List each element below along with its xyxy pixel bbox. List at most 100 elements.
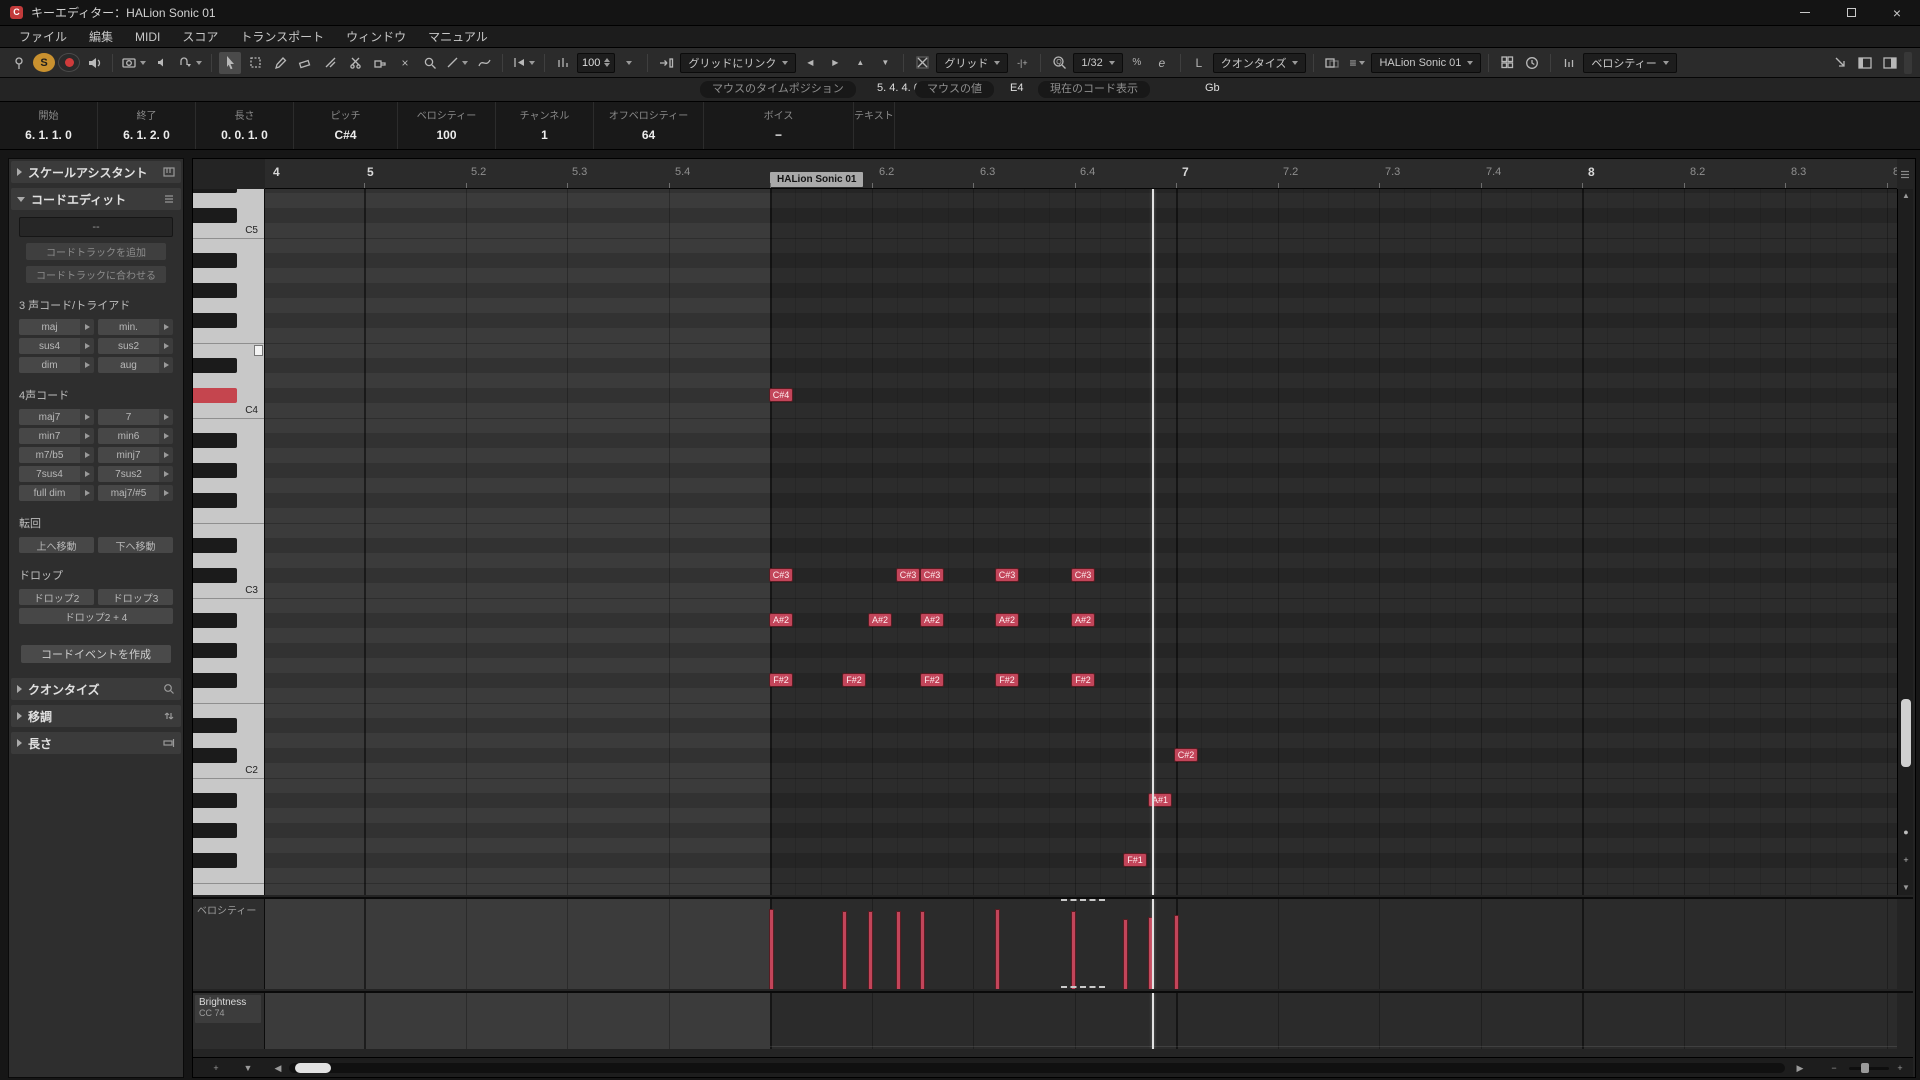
piano-key-white[interactable]	[193, 328, 265, 343]
velocity-bar[interactable]	[1071, 911, 1076, 989]
section-length[interactable]: 長さ	[11, 732, 181, 754]
playhead[interactable]	[1152, 189, 1154, 895]
midi-note-A#2[interactable]: A#2	[1071, 613, 1095, 627]
menu-item[interactable]: 編集	[78, 25, 124, 48]
piano-key-black[interactable]	[193, 853, 237, 868]
midi-note-C#4[interactable]: C#4	[769, 388, 793, 402]
piano-key-white[interactable]	[193, 193, 265, 208]
note-grid[interactable]: C#4C#3C#3C#3C#3C#3A#2A#2A#2A#2A#2F#2F#2F…	[265, 189, 1897, 895]
zoom-tool[interactable]	[419, 52, 441, 74]
menu-item[interactable]: マニュアル	[417, 25, 499, 48]
piano-key-black[interactable]	[193, 283, 237, 298]
chord-apply-arrow-icon[interactable]	[80, 357, 94, 373]
scroll-right-arrow[interactable]: ▶	[1791, 1058, 1809, 1078]
velocity-bar[interactable]	[995, 909, 1000, 989]
piano-key-white[interactable]	[193, 298, 265, 313]
piano-key-white[interactable]	[193, 703, 265, 718]
piano-key-white[interactable]	[193, 883, 265, 895]
info-field-value[interactable]: C#4	[334, 128, 356, 142]
piano-keyboard[interactable]: C5C4C3C2	[193, 189, 265, 895]
window-edge-button[interactable]	[1904, 52, 1912, 74]
snapshot-icon[interactable]	[120, 52, 148, 74]
piano-key-white[interactable]	[193, 373, 265, 388]
chord-type-button[interactable]: maj7	[19, 409, 94, 425]
zoom-in-button[interactable]: +	[1898, 853, 1914, 867]
midi-note-F#2[interactable]: F#2	[995, 673, 1019, 687]
chord-type-button[interactable]: maj7/#5	[98, 485, 173, 501]
draw-tool[interactable]	[269, 52, 291, 74]
chord-type-button[interactable]: 7	[98, 409, 173, 425]
trim-tool[interactable]	[319, 52, 341, 74]
piano-key-black[interactable]	[193, 358, 237, 373]
scroll-left-arrow[interactable]: ◀	[269, 1058, 287, 1078]
piano-key-white[interactable]	[193, 808, 265, 823]
drop-2-4-button[interactable]: ドロップ2 + 4	[19, 608, 173, 624]
menu-item[interactable]: スコア	[171, 25, 229, 48]
move-down-button[interactable]: ▼	[874, 52, 896, 74]
chord-apply-arrow-icon[interactable]	[80, 466, 94, 482]
event-colors-dropdown[interactable]: ベロシティー	[1583, 53, 1676, 73]
piano-key-highlighted[interactable]	[193, 388, 237, 403]
zoom-focus-dot[interactable]: ●	[1898, 825, 1914, 839]
info-field[interactable]: 終了 6. 1. 2. 0	[98, 102, 196, 149]
quantize-panel-button[interactable]: e	[1151, 52, 1173, 74]
multi-part-icon[interactable]: ≡	[1346, 52, 1368, 74]
info-field[interactable]: オフベロシティー 64	[594, 102, 704, 149]
piano-key-black[interactable]	[193, 208, 237, 223]
split-scissors-tool[interactable]	[344, 52, 366, 74]
controller-lane-header[interactable]: Brightness CC 74	[193, 993, 265, 1049]
scroll-up-arrow[interactable]: ▲	[1898, 189, 1914, 203]
event-colors-icon[interactable]	[1558, 52, 1580, 74]
create-chord-event-button[interactable]: コードイベントを作成	[21, 645, 171, 663]
close-button[interactable]: ×	[1874, 0, 1920, 25]
ruler-options-button[interactable]	[1897, 159, 1913, 189]
chord-apply-arrow-icon[interactable]	[80, 319, 94, 335]
piano-key-white[interactable]	[193, 553, 265, 568]
minimize-button[interactable]	[1782, 0, 1828, 25]
lane-menu-button[interactable]: ▼	[239, 1058, 257, 1078]
quantize-preset-dropdown[interactable]: 1/32	[1073, 53, 1122, 73]
velocity-bar[interactable]	[769, 909, 774, 989]
menu-item[interactable]: ファイル	[8, 25, 78, 48]
piano-key-black[interactable]	[193, 538, 237, 553]
info-field-value[interactable]: 100	[436, 128, 456, 142]
piano-key-white[interactable]	[193, 688, 265, 703]
menu-item[interactable]: トランスポート	[229, 25, 335, 48]
chord-type-button[interactable]: minj7	[98, 447, 173, 463]
piano-key-black[interactable]	[193, 673, 237, 688]
chord-apply-arrow-icon[interactable]	[80, 338, 94, 354]
active-part-dropdown[interactable]: HALion Sonic 01	[1371, 53, 1481, 73]
piano-key-black[interactable]	[193, 313, 237, 328]
zoom-slider-track[interactable]	[1849, 1067, 1889, 1070]
info-field-value[interactable]: 64	[642, 128, 655, 142]
piano-key-white[interactable]	[193, 628, 265, 643]
info-field-value[interactable]: 6. 1. 1. 0	[25, 128, 72, 142]
info-field-value[interactable]: 6. 1. 2. 0	[123, 128, 170, 142]
vertical-scrollbar[interactable]: ▲ ● + ▼	[1897, 189, 1913, 895]
velocity-bar[interactable]	[868, 911, 873, 989]
chord-apply-arrow-icon[interactable]	[159, 466, 173, 482]
maximize-button[interactable]	[1828, 0, 1874, 25]
midi-note-F#2[interactable]: F#2	[842, 673, 866, 687]
nudge-right-button[interactable]: ▶	[824, 52, 846, 74]
chord-apply-arrow-icon[interactable]	[159, 447, 173, 463]
grid-minus-plus-icon[interactable]: -|+	[1011, 52, 1033, 74]
velocity-bar[interactable]	[1123, 919, 1128, 989]
midi-note-A#2[interactable]: A#2	[868, 613, 892, 627]
inversion-button[interactable]: 下へ移動	[98, 537, 173, 553]
snap-on-off-icon[interactable]	[911, 52, 933, 74]
timeline-ruler[interactable]: HALion Sonic 01 455.25.35.46.26.36.477.2…	[265, 159, 1897, 189]
section-transpose[interactable]: 移調	[11, 705, 181, 727]
section-chord-edit[interactable]: コードエディット	[11, 188, 181, 210]
info-field-value[interactable]: 1	[541, 128, 548, 142]
inversion-button[interactable]: 上へ移動	[19, 537, 94, 553]
pin-editor-icon[interactable]	[8, 52, 30, 74]
part-name-label[interactable]: HALion Sonic 01	[770, 172, 863, 187]
add-lane-button[interactable]: +	[207, 1058, 225, 1078]
piano-key-white[interactable]	[193, 733, 265, 748]
left-zone-toggle-icon[interactable]	[1854, 52, 1876, 74]
auto-feedback-icon[interactable]	[151, 52, 173, 74]
snap-type-dropdown[interactable]: グリッド	[936, 53, 1008, 73]
length-quantize-icon[interactable]: L	[1188, 52, 1210, 74]
add-chord-track-button[interactable]: コードトラックを追加	[26, 243, 166, 260]
